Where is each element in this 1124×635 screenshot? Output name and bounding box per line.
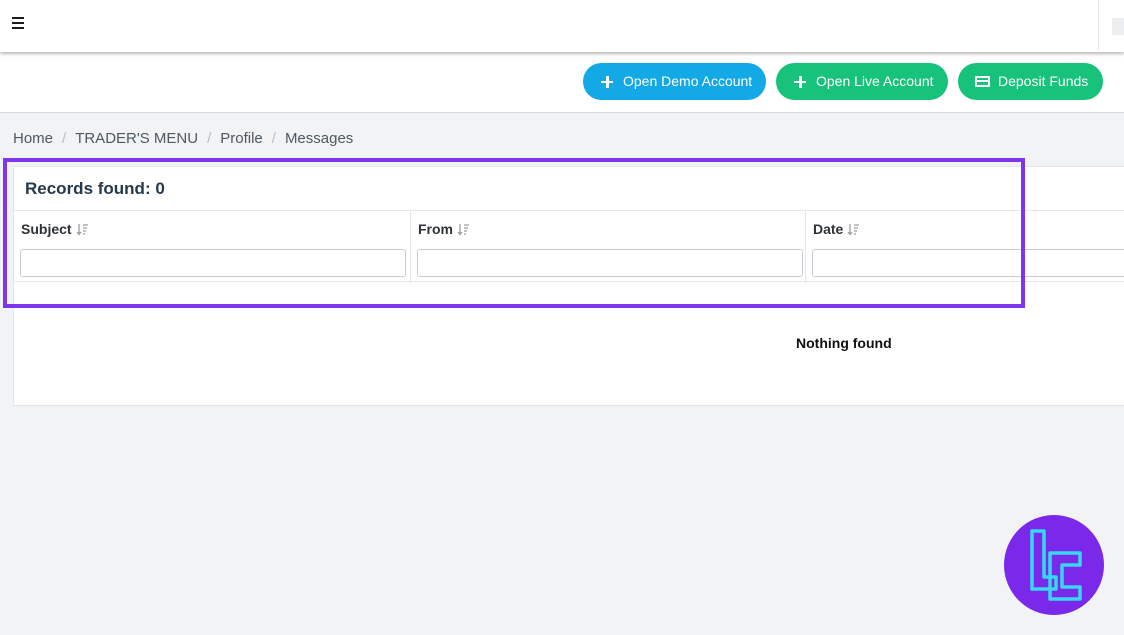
- from-header-label: From: [418, 221, 453, 237]
- open-demo-account-button[interactable]: Open Demo Account: [583, 63, 766, 100]
- column-from: From: [411, 211, 806, 283]
- sort-icon: [457, 223, 469, 236]
- tc-logo-icon: [1030, 529, 1082, 601]
- action-bar: Open Demo Account Open Live Account Depo…: [0, 52, 1124, 113]
- breadcrumb-profile[interactable]: Profile: [220, 130, 263, 147]
- breadcrumb: Home / TRADER'S MENU / Profile / Messages: [13, 130, 353, 148]
- date-header-label: Date: [813, 221, 844, 237]
- navbar-right-control[interactable]: [1112, 18, 1124, 35]
- open-live-account-button[interactable]: Open Live Account: [776, 63, 948, 100]
- breadcrumb-separator: /: [207, 130, 212, 147]
- date-filter-input[interactable]: [812, 249, 1124, 277]
- subject-sort-header[interactable]: Subject: [21, 221, 89, 237]
- records-found-heading: Records found: 0: [25, 179, 165, 198]
- deposit-funds-button[interactable]: Deposit Funds: [958, 63, 1103, 100]
- credit-card-icon: [974, 63, 990, 100]
- empty-state-text: Nothing found: [796, 335, 892, 351]
- plus-icon: [792, 63, 808, 100]
- breadcrumb-separator: /: [271, 130, 276, 147]
- sort-icon: [76, 223, 88, 236]
- breadcrumb-home[interactable]: Home: [13, 130, 53, 147]
- column-date: Date: [806, 211, 1124, 283]
- navbar-divider: [1098, 0, 1099, 50]
- open-live-account-label: Open Live Account: [816, 73, 934, 89]
- column-subject: Subject: [14, 211, 411, 283]
- breadcrumb-traders-menu[interactable]: TRADER'S MENU: [75, 130, 198, 147]
- date-sort-header[interactable]: Date: [813, 221, 860, 237]
- breadcrumb-messages: Messages: [284, 130, 354, 147]
- hamburger-menu-icon[interactable]: [12, 17, 24, 31]
- subject-header-label: Subject: [21, 221, 72, 237]
- breadcrumb-separator: /: [62, 130, 67, 147]
- tc-logo: [1004, 515, 1104, 615]
- from-filter-input[interactable]: [417, 249, 803, 277]
- table-header: Subject From Date: [14, 210, 1124, 283]
- plus-icon: [599, 63, 615, 100]
- deposit-funds-label: Deposit Funds: [998, 73, 1089, 89]
- sort-icon: [847, 223, 860, 236]
- from-sort-header[interactable]: From: [418, 221, 470, 237]
- top-navbar: [0, 0, 1124, 52]
- messages-panel: Records found: 0 Subject From Date Nothi…: [13, 166, 1124, 406]
- subject-filter-input[interactable]: [20, 249, 406, 277]
- open-demo-account-label: Open Demo Account: [623, 73, 753, 89]
